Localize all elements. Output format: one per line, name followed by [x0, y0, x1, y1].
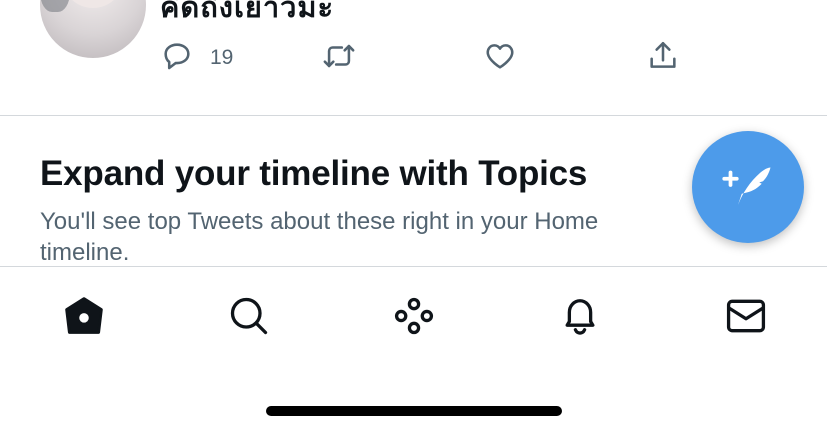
- avatar[interactable]: [40, 0, 146, 58]
- topics-title: Expand your timeline with Topics: [40, 154, 588, 193]
- retweet-button[interactable]: [322, 40, 356, 76]
- tab-spaces[interactable]: [390, 294, 438, 342]
- search-icon: [227, 294, 271, 343]
- reply-button[interactable]: 19: [160, 40, 233, 76]
- bell-icon: [558, 294, 602, 343]
- share-button[interactable]: [646, 40, 680, 76]
- reply-icon: [160, 39, 194, 78]
- tweet-text: คิดถึงเยาวมะ: [160, 0, 335, 24]
- heart-icon: [483, 39, 517, 78]
- retweet-icon: [322, 39, 356, 78]
- topics-subtitle: You'll see top Tweets about these right …: [40, 208, 599, 266]
- compose-tweet-button[interactable]: [692, 131, 804, 243]
- avatar-hair: [40, 0, 70, 12]
- home-indicator[interactable]: [266, 406, 562, 416]
- mail-icon: [724, 294, 768, 343]
- tab-messages[interactable]: [722, 294, 770, 342]
- divider: [0, 115, 827, 116]
- tab-notifications[interactable]: [556, 294, 604, 342]
- avatar-face: [62, 0, 124, 8]
- divider: [0, 266, 827, 267]
- home-icon: [62, 294, 106, 343]
- reply-count: 19: [210, 46, 234, 69]
- spaces-icon: [392, 294, 436, 343]
- tab-search[interactable]: [225, 294, 273, 342]
- like-button[interactable]: [483, 40, 517, 76]
- share-icon: [646, 39, 680, 78]
- compose-tweet-icon: [718, 155, 778, 220]
- tab-home[interactable]: [60, 294, 108, 342]
